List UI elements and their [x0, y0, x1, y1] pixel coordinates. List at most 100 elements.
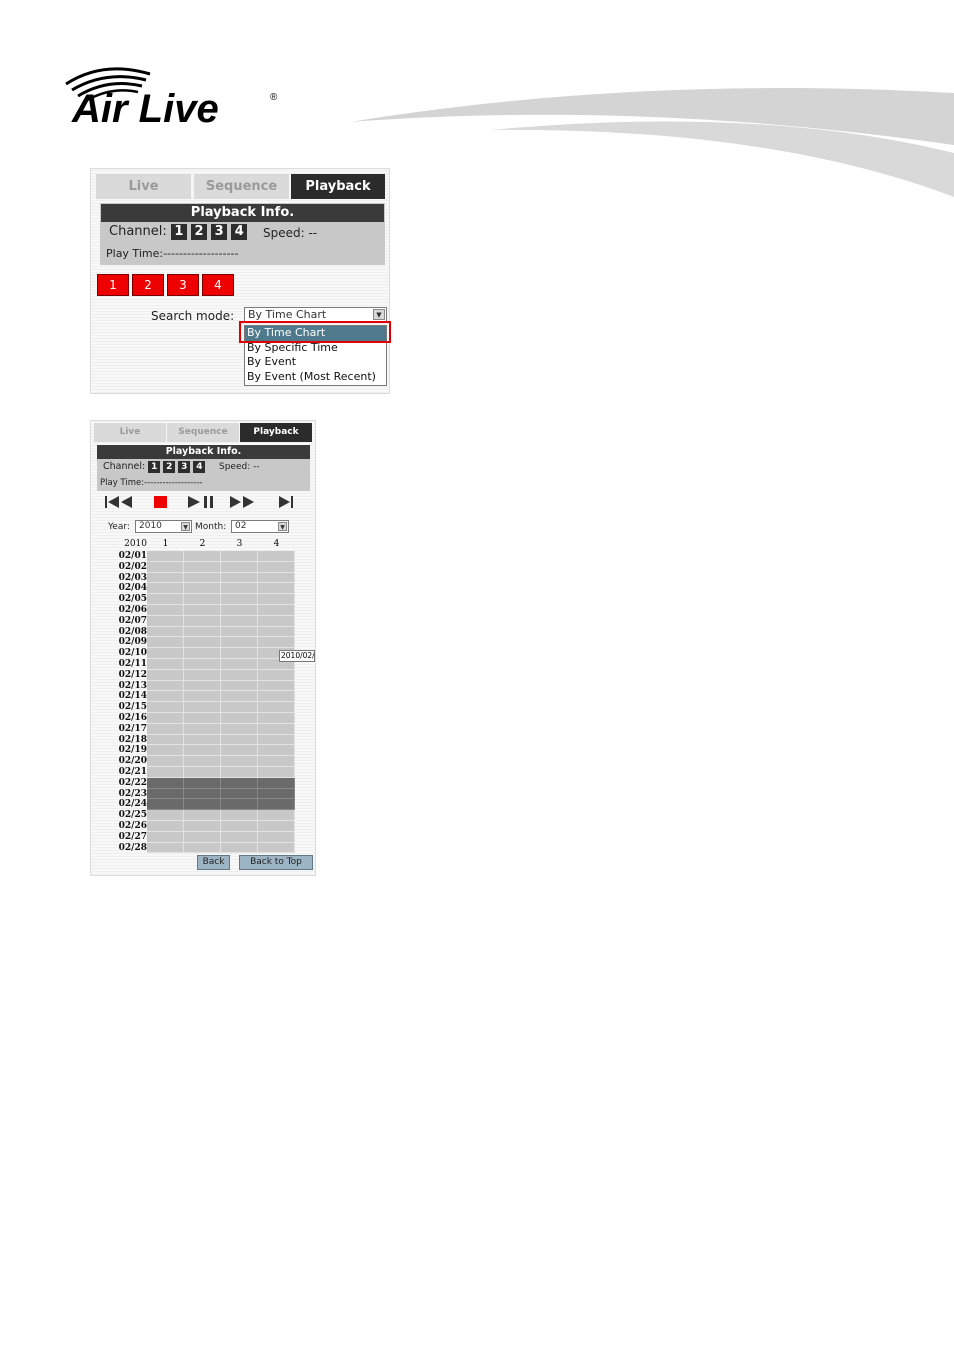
back-to-top-button[interactable]: Back to Top — [239, 855, 313, 870]
time-chart-cell[interactable] — [184, 637, 221, 649]
time-chart-cell[interactable] — [147, 799, 184, 811]
time-chart-cell[interactable] — [221, 583, 258, 595]
time-chart-cell[interactable] — [147, 810, 184, 821]
time-chart-cell[interactable] — [221, 810, 258, 821]
month-select[interactable]: 02 ▼ — [231, 520, 289, 533]
channel-button-4[interactable]: 4 — [202, 274, 234, 296]
time-chart-cell[interactable] — [184, 626, 221, 638]
option-by-event[interactable]: By Event — [245, 355, 386, 370]
channel-button-1[interactable]: 1 — [97, 274, 129, 296]
time-chart-cell[interactable] — [147, 842, 184, 854]
time-chart-cell[interactable] — [147, 691, 184, 703]
time-chart-cell[interactable] — [221, 648, 258, 659]
time-chart-cell[interactable] — [258, 551, 295, 562]
time-chart-cell[interactable] — [184, 842, 221, 854]
chevron-down-icon[interactable]: ▼ — [181, 522, 190, 531]
time-chart-cell[interactable] — [147, 702, 184, 713]
time-chart-cell[interactable] — [221, 594, 258, 605]
time-chart-cell[interactable] — [184, 777, 221, 789]
time-chart-cell[interactable] — [184, 767, 221, 778]
channel-2[interactable]: 2 — [163, 461, 176, 473]
tab-live[interactable]: Live — [96, 174, 191, 199]
time-chart-cell[interactable] — [184, 659, 221, 670]
time-chart-cell[interactable] — [184, 561, 221, 573]
tab-playback[interactable]: Playback — [240, 423, 312, 442]
time-chart-cell[interactable] — [147, 669, 184, 681]
time-chart-cell[interactable] — [184, 713, 221, 724]
chevron-down-icon[interactable]: ▼ — [373, 309, 385, 320]
time-chart-cell[interactable] — [221, 756, 258, 767]
time-chart-cell[interactable] — [258, 723, 295, 735]
tab-playback[interactable]: Playback — [291, 174, 385, 199]
time-chart-cell[interactable] — [221, 605, 258, 616]
tab-live[interactable]: Live — [94, 423, 166, 442]
time-chart-cell[interactable] — [184, 702, 221, 713]
time-chart-cell[interactable] — [258, 637, 295, 649]
time-chart-cell[interactable] — [258, 691, 295, 703]
time-chart-cell[interactable] — [184, 648, 221, 659]
time-chart-cell[interactable] — [184, 583, 221, 595]
fast-forward-icon[interactable] — [227, 495, 261, 509]
time-chart-cell[interactable] — [258, 713, 295, 724]
time-chart-cell[interactable] — [147, 777, 184, 789]
time-chart-cell[interactable] — [184, 680, 221, 692]
time-chart-cell[interactable] — [147, 594, 184, 605]
channel-button-3[interactable]: 3 — [167, 274, 199, 296]
time-chart-cell[interactable] — [221, 821, 258, 832]
time-chart-cell[interactable] — [258, 810, 295, 821]
time-chart-cell[interactable] — [221, 745, 258, 757]
time-chart-cell[interactable] — [184, 799, 221, 811]
time-chart-cell[interactable] — [221, 702, 258, 713]
time-chart-cell[interactable] — [221, 788, 258, 800]
time-chart-cell[interactable] — [221, 723, 258, 735]
time-chart-cell[interactable] — [184, 745, 221, 757]
channel-3[interactable]: 3 — [178, 461, 191, 473]
time-chart-cell[interactable] — [221, 691, 258, 703]
time-chart-cell[interactable] — [258, 561, 295, 573]
time-chart-cell[interactable] — [184, 810, 221, 821]
tab-sequence[interactable]: Sequence — [167, 423, 239, 442]
time-chart-cell[interactable] — [184, 821, 221, 832]
time-chart-cell[interactable] — [221, 669, 258, 681]
chevron-down-icon[interactable]: ▼ — [278, 522, 287, 531]
time-chart-cell[interactable] — [147, 745, 184, 757]
time-chart-cell[interactable] — [258, 605, 295, 616]
time-chart-cell[interactable] — [258, 680, 295, 692]
time-chart-cell[interactable] — [147, 583, 184, 595]
time-chart-cell[interactable] — [258, 842, 295, 854]
time-chart-cell[interactable] — [147, 648, 184, 659]
time-chart-cell[interactable] — [184, 734, 221, 746]
time-chart-cell[interactable] — [184, 551, 221, 562]
time-chart-cell[interactable] — [147, 626, 184, 638]
channel-2[interactable]: 2 — [191, 224, 208, 240]
time-chart-cell[interactable] — [221, 572, 258, 584]
time-chart-cell[interactable] — [221, 551, 258, 562]
time-chart-cell[interactable] — [184, 831, 221, 843]
time-chart-cell[interactable] — [258, 767, 295, 778]
time-chart-cell[interactable] — [221, 637, 258, 649]
time-chart-cell[interactable] — [221, 561, 258, 573]
skip-end-icon[interactable] — [275, 495, 309, 509]
time-chart-cell[interactable] — [258, 777, 295, 789]
time-chart-cell[interactable] — [147, 723, 184, 735]
time-chart-cell[interactable] — [147, 788, 184, 800]
channel-4[interactable]: 4 — [231, 224, 248, 240]
option-by-event-most-recent[interactable]: By Event (Most Recent) — [245, 370, 386, 385]
time-chart-cell[interactable] — [184, 615, 221, 627]
time-chart-cell[interactable] — [147, 734, 184, 746]
stop-icon[interactable] — [143, 495, 177, 509]
channel-button-2[interactable]: 2 — [132, 274, 164, 296]
time-chart-cell[interactable] — [221, 842, 258, 854]
time-chart-cell[interactable] — [221, 659, 258, 670]
channel-1[interactable]: 1 — [170, 224, 187, 240]
time-chart-cell[interactable] — [258, 799, 295, 811]
time-chart-cell[interactable] — [221, 767, 258, 778]
time-chart-cell[interactable] — [147, 615, 184, 627]
time-chart-cell[interactable] — [258, 788, 295, 800]
play-pause-icon[interactable] — [186, 495, 220, 509]
time-chart-cell[interactable] — [221, 831, 258, 843]
time-chart-cell[interactable] — [221, 680, 258, 692]
time-chart-cell[interactable] — [147, 756, 184, 767]
channel-1[interactable]: 1 — [148, 461, 161, 473]
time-chart-cell[interactable] — [258, 702, 295, 713]
